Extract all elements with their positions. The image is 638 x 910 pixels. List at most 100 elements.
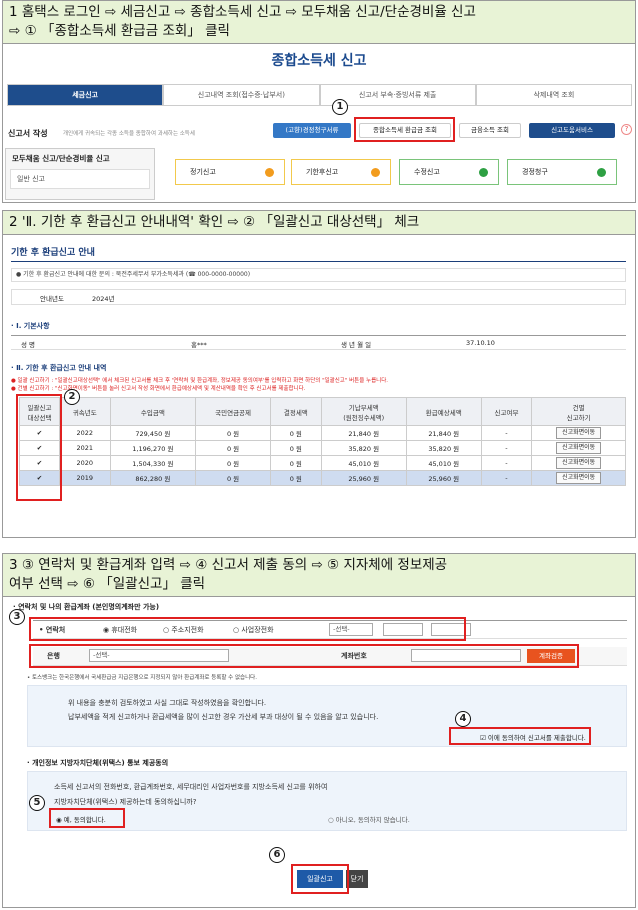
contact-section-title: · 연락처 및 나의 환급계좌 (본인명의계좌만 가능) xyxy=(13,603,160,611)
arrow-icon xyxy=(479,168,488,177)
cell: 21,840 원 xyxy=(405,425,482,441)
card-amend[interactable]: 수정신고 xyxy=(399,159,499,185)
tab-tax-report[interactable]: 세금신고 xyxy=(7,84,164,106)
basic-info-row: 성 명 홍*** 생 년 월 일 37.10.10 xyxy=(11,335,626,350)
highlight-bank xyxy=(29,644,579,668)
highlight-select-column xyxy=(16,394,62,501)
amendment-button[interactable]: (고향)경정청구서류 xyxy=(273,123,351,138)
highlight-agree xyxy=(449,727,591,745)
cell: 0 원 xyxy=(270,440,322,456)
consent-no-radio[interactable]: ○ 아니오, 동의하지 않습니다. xyxy=(328,814,410,824)
card-label: 기한후신고 xyxy=(306,168,339,176)
arrow-icon xyxy=(371,168,380,177)
page-title: 종합소득세 신고 xyxy=(271,53,367,69)
cell: - xyxy=(480,455,533,471)
col-prepaid: 기납부세액 (원천징수세액) xyxy=(320,397,407,426)
card-late[interactable]: 기한후신고 xyxy=(291,159,391,185)
col-income: 수입금액 xyxy=(109,397,197,426)
cell: 25,960 원 xyxy=(320,470,407,486)
highlight-consent-yes xyxy=(49,808,125,828)
step-marker-3: 3 xyxy=(9,609,25,625)
step1-text: 1 홈택스 로그인 ⇨ 세금신고 ⇨ 종합소득세 신고 ⇨ 모두채움 신고/단순… xyxy=(9,4,476,20)
section-title: 기한 후 환급신고 안내 xyxy=(11,248,95,258)
contact-note: ● 기한 후 환급신고 안내에 대한 문의 : 북전주세무서 부가소득세과 (☎… xyxy=(11,268,626,282)
table-row: ✔ 2021 1,196,270 원0 원0 원 35,820 원 35,820 원-… xyxy=(19,440,626,456)
go-report-button[interactable]: 신고화면이동 xyxy=(556,442,602,454)
step-marker-6: 6 xyxy=(269,847,285,863)
note-single: ● 건별 신고하기 : "신고화면이동" 버튼을 눌러 신고서 작성 화면에서 … xyxy=(11,386,306,392)
cell: 2019 xyxy=(59,470,111,486)
cell: 35,820 원 xyxy=(405,440,482,456)
step-marker-2: 2 xyxy=(64,389,80,405)
arrow-icon xyxy=(265,168,274,177)
card-claim[interactable]: 경정청구 xyxy=(507,159,617,185)
divider xyxy=(11,261,626,262)
cell: 신고화면이동 xyxy=(531,425,626,441)
cell: 862,280 원 xyxy=(109,470,197,486)
card-label: 정기신고 xyxy=(190,168,216,176)
highlight-refund-button xyxy=(354,117,455,142)
note-bulk: ● 일괄 신고하기 : "일괄신고대상선택" 에서 체크된 신고서를 체크 후 … xyxy=(11,378,389,384)
cell: 신고화면이동 xyxy=(531,470,626,486)
cell: 2022 xyxy=(59,425,111,441)
consent-text2: 지방자치단체(위택스) 제공하는데 동의하십니까? xyxy=(54,798,197,806)
highlight-submit xyxy=(291,864,349,894)
col-tax: 결정세액 xyxy=(270,397,322,426)
table-header: 일괄신고 대상선택 귀속년도 수입금액 국민연금공제 결정세액 기납부세액 (원… xyxy=(19,397,626,426)
arrow-icon xyxy=(597,168,606,177)
panel-step2: 2 'Ⅱ. 기한 후 환급신고 안내내역' 확인 ⇨ ② 「일괄신고 대상선택」… xyxy=(2,210,636,538)
highlight-contact xyxy=(29,617,466,641)
step3-text2: 여부 선택 ⇨ ⑥ 「일괄신고」 클릭 xyxy=(9,576,206,592)
cell: 1,196,270 원 xyxy=(109,440,197,456)
consent-section-title: · 개인정보 지방자치단체(위택스) 통보 제공동의 xyxy=(27,759,169,767)
cell: 45,010 원 xyxy=(320,455,407,471)
panel-step1: 1 홈택스 로그인 ⇨ 세금신고 ⇨ 종합소득세 신고 ⇨ 모두채움 신고/단순… xyxy=(2,0,636,203)
cell: 21,840 원 xyxy=(320,425,407,441)
col-action: 건별 신고하기 xyxy=(531,397,626,426)
refund-table: 일괄신고 대상선택 귀속년도 수입금액 국민연금공제 결정세액 기납부세액 (원… xyxy=(19,397,626,486)
basic-info-title: · Ⅰ. 기본사항 xyxy=(11,322,50,330)
help-service-button[interactable]: 신고도움서비스 xyxy=(529,123,615,138)
card-regular[interactable]: 정기신고 xyxy=(175,159,285,185)
consent-text1: 소득세 신고서의 전화번호, 환급계좌번호, 세무대리인 사업자번호를 지방소득… xyxy=(54,783,328,791)
cell: 0 원 xyxy=(195,440,272,456)
col-pension: 국민연금공제 xyxy=(195,397,272,426)
cell: 25,960 원 xyxy=(405,470,482,486)
step-marker-5: 5 xyxy=(29,795,45,811)
panel-step3: 3 ③ 연락처 및 환급계좌 입력 ⇨ ④ 신고서 제출 동의 ⇨ ⑤ 지자체에… xyxy=(2,553,636,908)
year-row: 안내년도 2024년 xyxy=(11,289,626,305)
cell: - xyxy=(480,440,533,456)
step3-text: 3 ③ 연락처 및 환급계좌 입력 ⇨ ④ 신고서 제출 동의 ⇨ ⑤ 지자체에… xyxy=(9,557,448,573)
go-report-button[interactable]: 신고화면이동 xyxy=(556,472,602,484)
go-report-button[interactable]: 신고화면이동 xyxy=(556,427,602,439)
step-marker-1: 1 xyxy=(332,99,348,115)
card-label: 수정신고 xyxy=(414,168,440,176)
tab-bar: 세금신고 신고내역 조회(접수증·납부서) 신고서 부속·증빙서류 제출 삭제내… xyxy=(7,84,632,106)
close-button[interactable]: 닫기 xyxy=(346,870,368,888)
cell: 신고화면이동 xyxy=(531,440,626,456)
year-value: 2024년 xyxy=(92,295,115,303)
financial-income-button[interactable]: 금융소득 조회 xyxy=(459,123,521,138)
left-menu-sub[interactable]: 일반 신고 xyxy=(10,169,150,189)
cell: 0 원 xyxy=(270,455,322,471)
step2-header: 2 'Ⅱ. 기한 후 환급신고 안내내역' 확인 ⇨ ② 「일괄신고 대상선택」… xyxy=(3,211,635,235)
tab-history[interactable]: 신고내역 조회(접수증·납부서) xyxy=(163,84,320,106)
help-icon[interactable]: ? xyxy=(621,124,632,135)
go-report-button[interactable]: 신고화면이동 xyxy=(556,457,602,469)
step2-text: 2 'Ⅱ. 기한 후 환급신고 안내내역' 확인 ⇨ ② 「일괄신고 대상선택」… xyxy=(9,214,420,230)
cell: 1,504,330 원 xyxy=(109,455,197,471)
cell: 2021 xyxy=(59,440,111,456)
tab-deleted[interactable]: 삭제내역 조회 xyxy=(475,84,632,106)
cell: 729,450 원 xyxy=(109,425,197,441)
radio-label: 아니오, 동의하지 않습니다. xyxy=(335,816,410,824)
refund-list-title: · Ⅱ. 기한 후 환급신고 안내 내역 xyxy=(11,364,107,372)
step3-header: 3 ③ 연락처 및 환급계좌 입력 ⇨ ④ 신고서 제출 동의 ⇨ ⑤ 지자체에… xyxy=(3,554,635,597)
left-menu: 모두채움 신고/단순경비율 신고 일반 신고 xyxy=(5,148,155,200)
left-menu-item[interactable]: 모두채움 신고/단순경비율 신고 xyxy=(6,149,154,169)
cell: 0 원 xyxy=(195,425,272,441)
cell: 35,820 원 xyxy=(320,440,407,456)
form-desc: 개인에게 귀속되는 각종 소득을 종합하여 과세하는 소득세 xyxy=(63,131,195,137)
step1-text2: ⇨ ① 「종합소득세 환급금 조회」 클릭 xyxy=(9,23,230,39)
col-refund: 환급예상세액 xyxy=(405,397,482,426)
cell: - xyxy=(480,425,533,441)
